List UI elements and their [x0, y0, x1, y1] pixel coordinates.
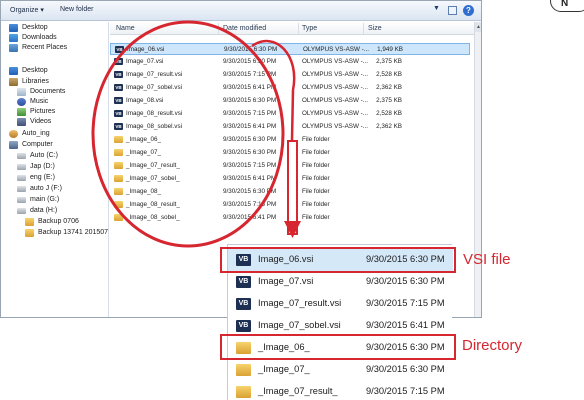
file-date: 9/30/2015 7:15 PM [366, 386, 445, 396]
file-name: _Image_07_ [258, 364, 310, 374]
file-date: 9/30/2015 6:30 PM [366, 276, 445, 286]
file-date: 9/30/2015 6:30 PM [366, 364, 445, 374]
annotation-arrowhead [284, 221, 301, 238]
zoomed-file-row[interactable]: _Image_07_result_ 9/30/2015 7:15 PM [228, 381, 453, 400]
file-name: _Image_07_result_ [258, 386, 338, 396]
folder-icon [236, 386, 251, 398]
folder-icon [236, 364, 251, 376]
corner-badge: N [550, 0, 584, 12]
vsi-file-icon: VB [236, 298, 251, 310]
zoomed-file-row[interactable]: _Image_07_ 9/30/2015 6:30 PM [228, 359, 453, 381]
file-date: 9/30/2015 7:15 PM [366, 298, 445, 308]
vsi-file-icon: VB [236, 276, 251, 288]
directory-highlight-box [220, 334, 456, 360]
file-name: Image_07_result.vsi [258, 298, 342, 308]
file-name: Image_07.vsi [258, 276, 314, 286]
file-name: Image_07_sobel.vsi [258, 320, 341, 330]
highlight-circle [91, 20, 285, 248]
directory-callout: Directory [462, 337, 523, 354]
vsi-file-callout: VSI file [463, 251, 511, 268]
file-date: 9/30/2015 6:41 PM [366, 320, 445, 330]
vsi-file-icon: VB [236, 320, 251, 332]
corner-badge-label: N [561, 0, 569, 9]
zoomed-file-row[interactable]: VB Image_07.vsi 9/30/2015 6:30 PM [228, 271, 453, 293]
annotation-arrow-line [251, 39, 296, 141]
annotation-source-box [287, 140, 298, 235]
zoomed-file-row[interactable]: VB Image_07_result.vsi 9/30/2015 7:15 PM [228, 293, 453, 315]
vsi-file-highlight-box [220, 247, 456, 273]
